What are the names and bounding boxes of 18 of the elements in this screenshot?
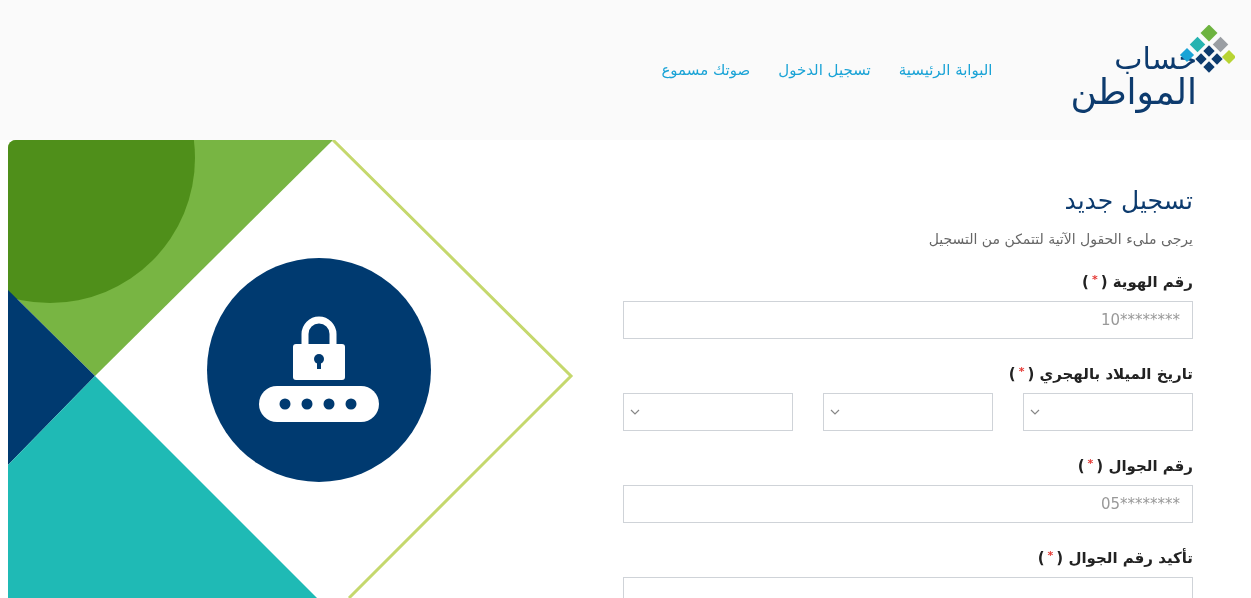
logo-text: حساب	[1114, 44, 1197, 74]
field-label: رقم الجوال ( * )	[1076, 457, 1193, 475]
chevron-down-icon	[830, 409, 840, 415]
field-label: رقم الهوية ( * )	[1081, 273, 1193, 291]
chevron-down-icon	[630, 409, 640, 415]
nav-link[interactable]: تسجيل الدخول	[778, 61, 871, 79]
field-label: تاريخ الميلاد بالهجري ( * )	[1007, 365, 1193, 383]
dropdown-field[interactable]	[623, 393, 793, 431]
input-field[interactable]: 05********	[623, 485, 1193, 523]
dropdown-field[interactable]	[823, 393, 993, 431]
nav-link[interactable]: البوابة الرئيسية	[898, 61, 993, 79]
form-title: تسجيل جديد	[1063, 186, 1193, 215]
dropdown-field[interactable]	[1023, 393, 1193, 431]
chevron-down-icon	[1030, 409, 1040, 415]
nav-link[interactable]: صوتك مسموع	[661, 61, 751, 79]
field-label: تأكيد رقم الجوال ( * )	[1036, 549, 1193, 567]
form-subtitle: يرجى ملىء الحقول الآتية لتتمكن من التسجيل	[927, 231, 1193, 247]
input-field[interactable]: 10********	[623, 301, 1193, 339]
